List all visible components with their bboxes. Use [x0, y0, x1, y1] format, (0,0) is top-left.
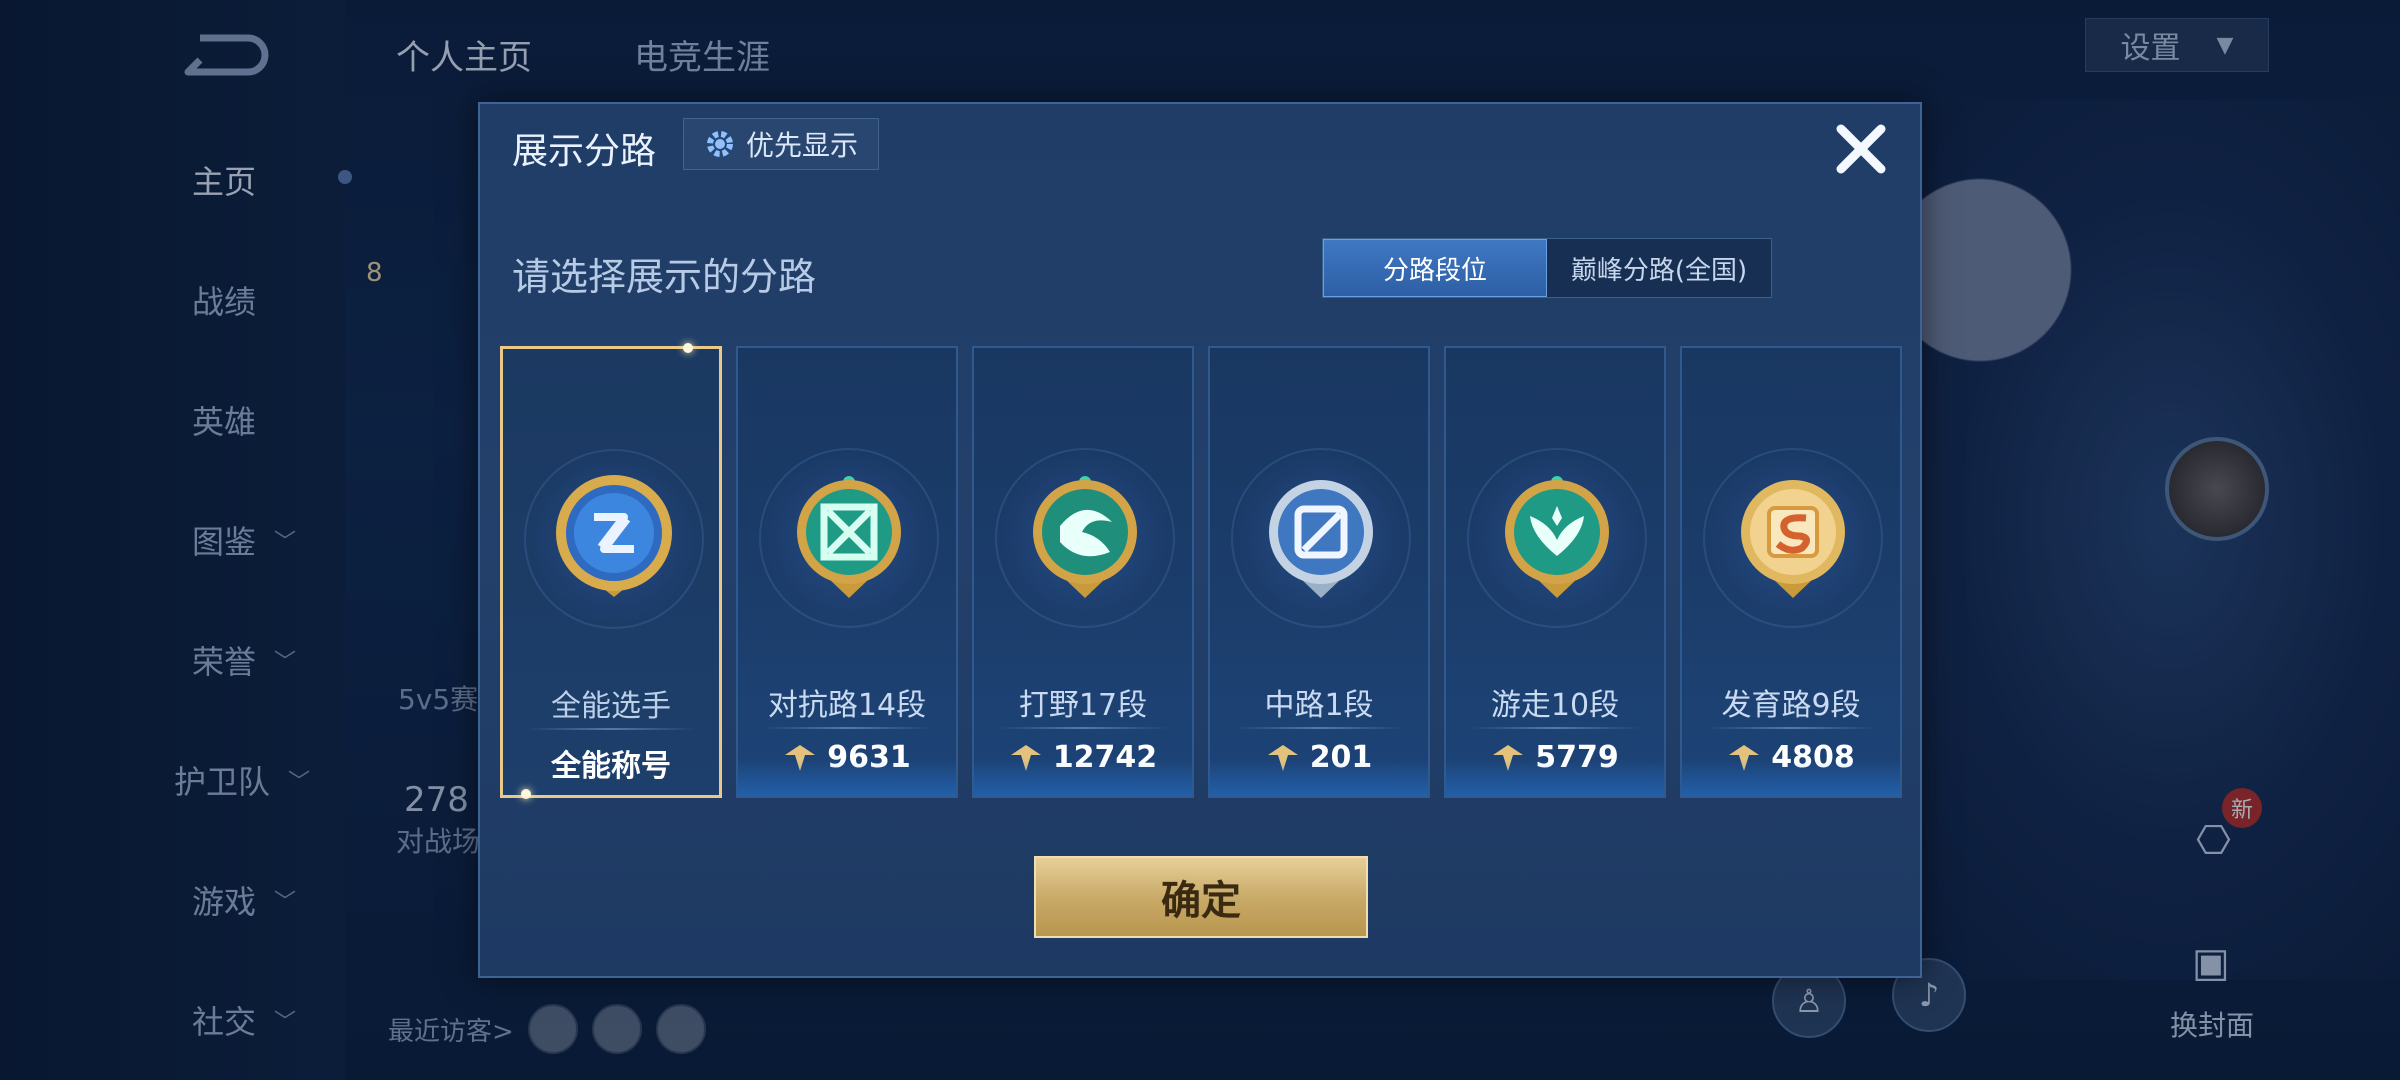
- dialog-title: 展示分路: [512, 131, 657, 172]
- lane-value: 9631: [738, 740, 956, 775]
- lane-display-dialog: 展示分路 优先显示 请选择展示的分路 分路段位 巅峰分路(全国) 全能选手 全能…: [478, 102, 1922, 978]
- segment-control: 分路段位 巅峰分路(全国): [1322, 238, 1772, 298]
- lane-card-jungle[interactable]: 打野17段 12742: [972, 346, 1194, 798]
- lane-card-allround[interactable]: 全能选手 全能称号: [500, 343, 722, 799]
- lane-card-list: 全能选手 全能称号 对抗路14段 9631 打野17段 12742 中路1段 2…: [500, 343, 1906, 799]
- points-icon: [1729, 744, 1760, 771]
- lane-name: 全能选手: [551, 689, 671, 724]
- points-icon: [785, 744, 816, 771]
- lane-value: 201: [1210, 740, 1428, 775]
- lane-name: 中路1段: [1264, 688, 1374, 723]
- priority-display-button[interactable]: 优先显示: [683, 118, 879, 170]
- jungle-badge-icon: [1033, 476, 1137, 598]
- allround-badge-icon: [556, 475, 672, 597]
- gear-icon: [706, 131, 733, 157]
- divider: [1470, 727, 1640, 729]
- lane-name: 发育路9段: [1721, 688, 1861, 723]
- lane-card-mid[interactable]: 中路1段 201: [1208, 346, 1430, 798]
- lane-value-text: 201: [1309, 740, 1373, 775]
- lane-value: 4808: [1682, 740, 1900, 775]
- lane-card-roam[interactable]: 游走10段 5779: [1444, 346, 1666, 798]
- divider: [1234, 727, 1404, 729]
- lane-value-text: 5779: [1535, 740, 1619, 775]
- lane-name: 打野17段: [1018, 688, 1148, 723]
- segment-peak-lane[interactable]: 巅峰分路(全国): [1547, 239, 1771, 297]
- lane-value-text: 全能称号: [551, 749, 671, 784]
- points-icon: [1493, 744, 1524, 771]
- selection-corner-dot: [683, 343, 693, 353]
- divider: [527, 728, 695, 730]
- segment-lane-rank[interactable]: 分路段位: [1323, 239, 1547, 297]
- priority-display-label: 优先显示: [745, 129, 858, 162]
- points-icon: [1010, 744, 1041, 771]
- lane-value: 12742: [974, 740, 1192, 775]
- roam-badge-icon: [1505, 476, 1609, 598]
- lane-name: 对抗路14段: [767, 688, 927, 723]
- close-icon: [1836, 124, 1886, 174]
- divider: [998, 727, 1168, 729]
- lane-name: 游走10段: [1490, 688, 1620, 723]
- lane-value: 5779: [1446, 740, 1664, 775]
- points-icon: [1267, 744, 1298, 771]
- lane-value: 全能称号: [503, 741, 719, 785]
- lane-value-text: 12742: [1052, 740, 1158, 775]
- divider: [1706, 727, 1876, 729]
- farm-lane-badge-icon: [1741, 480, 1845, 598]
- confirm-button[interactable]: 确定: [1034, 856, 1368, 938]
- dialog-subtitle: 请选择展示的分路: [512, 255, 817, 299]
- lane-value-text: 4808: [1771, 740, 1855, 775]
- selection-corner-dot: [521, 789, 531, 799]
- divider: [762, 727, 932, 729]
- lane-card-farm[interactable]: 发育路9段 4808: [1680, 346, 1902, 798]
- mid-lane-badge-icon: [1269, 480, 1373, 598]
- lane-value-text: 9631: [827, 740, 911, 775]
- clash-lane-badge-icon: [797, 476, 901, 598]
- lane-card-clash[interactable]: 对抗路14段 9631: [736, 346, 958, 798]
- close-button[interactable]: [1828, 116, 1894, 182]
